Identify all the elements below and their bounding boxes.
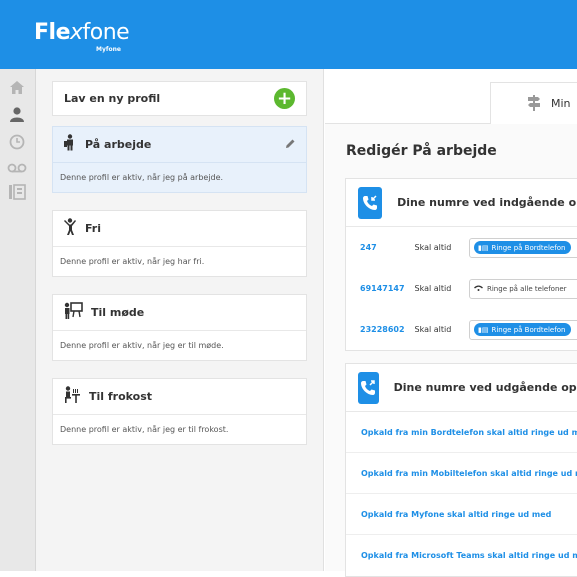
wifi-icon (474, 284, 483, 293)
profile-editor: Min Redigér På arbejde Dine numre ved in… (325, 69, 577, 577)
profile-description: Denne profil er aktiv, når jeg er til mø… (60, 341, 224, 350)
rule-text: Skal altid (414, 284, 452, 293)
outgoing-rule-link[interactable]: Opkald fra Microsoft Teams skal altid ri… (361, 551, 577, 560)
page-title: Redigér På arbejde (346, 143, 497, 159)
outgoing-row[interactable]: Opkald fra min Mobiltelefon skal altid r… (346, 453, 577, 494)
phone-number[interactable]: 23228602 (360, 325, 415, 334)
phone-number[interactable]: 69147147 (360, 284, 415, 293)
rule-text: Skal altid (414, 325, 452, 334)
home-icon[interactable] (7, 78, 27, 96)
voicemail-icon[interactable] (7, 159, 27, 177)
outgoing-rule-link[interactable]: Opkald fra min Bordtelefon skal altid ri… (361, 428, 577, 437)
tabs-bar: Min (325, 69, 577, 124)
phone-number[interactable]: 247 (360, 243, 415, 252)
profile-card-til-frokost[interactable]: Til frokost Denne profil er aktiv, når j… (52, 378, 307, 445)
profile-card-paa-arbejde[interactable]: På arbejde Denne profil er aktiv, når je… (52, 126, 307, 193)
leisure-icon (63, 217, 77, 240)
flexfone-logo[interactable]: Flexfone Myfone (34, 20, 130, 53)
pencil-icon[interactable] (284, 135, 296, 154)
logo-subtitle: Myfone (96, 46, 121, 53)
section-title: Dine numre ved udgående opk (393, 381, 577, 394)
ring-option-select[interactable]: ▮▤ Ringe på Bordtelefon (469, 237, 577, 258)
number-row: 69147147 Skal altid Ringe på alle telefo… (346, 268, 577, 309)
number-row: 247 Skal altid ▮▤ Ringe på Bordtelefon (346, 227, 577, 268)
lunch-icon (63, 386, 81, 407)
new-profile-label: Lav en ny profil (64, 92, 161, 105)
outgoing-row[interactable]: Opkald fra Myfone skal altid ringe ud me… (346, 494, 577, 535)
outgoing-call-icon (358, 371, 379, 404)
ring-option-select[interactable]: ▮▤ Ringe på Bordtelefon (469, 319, 577, 340)
ring-option-label: Ringe på alle telefoner (487, 284, 567, 293)
profile-description: Denne profil er aktiv, når jeg har fri. (60, 257, 205, 266)
profile-title: Til frokost (89, 390, 153, 403)
outgoing-row[interactable]: Opkald fra Microsoft Teams skal altid ri… (346, 535, 577, 576)
profile-card-fri[interactable]: Fri Denne profil er aktiv, når jeg har f… (52, 210, 307, 277)
profile-title: Til møde (91, 306, 145, 319)
profile-title: Fri (85, 222, 102, 235)
outgoing-rule-link[interactable]: Opkald fra min Mobiltelefon skal altid r… (361, 469, 577, 478)
outgoing-row[interactable]: Opkald fra min Bordtelefon skal altid ri… (346, 412, 577, 453)
profile-title: På arbejde (85, 138, 152, 151)
top-bar: Flexfone Myfone (0, 0, 577, 69)
incoming-call-icon (358, 186, 383, 219)
desk-phone-icon: ▮▤ (478, 243, 489, 252)
nav-rail (0, 69, 36, 571)
clock-icon[interactable] (7, 133, 27, 151)
profile-description: Denne profil er aktiv, når jeg på arbejd… (60, 173, 224, 182)
new-profile-row[interactable]: Lav en ny profil + (52, 81, 307, 116)
profile-card-til-moede[interactable]: Til møde Denne profil er aktiv, når jeg … (52, 294, 307, 361)
incoming-section: Dine numre ved indgående op 247 Skal alt… (345, 178, 577, 351)
tab-label: Min (551, 97, 571, 110)
rule-text: Skal altid (414, 243, 452, 252)
ring-option-select[interactable]: Ringe på alle telefoner (469, 278, 577, 299)
desk-phone-icon: ▮▤ (478, 325, 489, 334)
add-profile-button[interactable]: + (274, 88, 295, 109)
ring-option-label: Ringe på Bordtelefon (491, 243, 566, 252)
phonebook-icon[interactable] (7, 183, 27, 201)
outgoing-section: Dine numre ved udgående opk Opkald fra m… (345, 363, 577, 577)
worker-icon (63, 134, 77, 155)
ring-option-label: Ringe på Bordtelefon (491, 325, 566, 334)
number-row: 23228602 Skal altid ▮▤ Ringe på Bordtelef… (346, 309, 577, 350)
signpost-icon (527, 95, 541, 114)
tab-min[interactable]: Min (490, 82, 577, 124)
profiles-panel: Lav en ny profil + På arbejde Denne prof… (36, 69, 324, 571)
section-title: Dine numre ved indgående op (397, 196, 577, 209)
outgoing-rule-link[interactable]: Opkald fra Myfone skal altid ringe ud me… (361, 510, 551, 519)
user-icon[interactable] (7, 105, 27, 123)
profile-description: Denne profil er aktiv, når jeg er til fr… (60, 425, 229, 434)
meeting-icon (63, 302, 83, 323)
